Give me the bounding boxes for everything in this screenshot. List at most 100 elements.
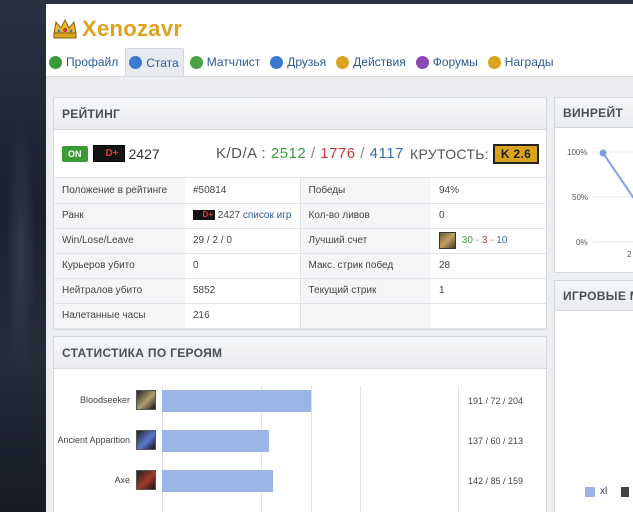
grid-line [360,386,361,512]
rank-mmr: 2427 [217,210,241,221]
tab-label: Форумы [432,55,478,69]
best-deaths: 3 [481,235,488,247]
hero-portrait-icon[interactable] [136,390,156,410]
tab-2[interactable]: Матчлист [187,48,265,76]
hero-name[interactable]: Axe [114,475,130,485]
crown-icon [52,18,78,40]
table-row: Win/Lose/Leave 29 / 2 / 0 Лучший счет 30… [54,228,546,254]
table-row: Ранк D+ 2427 список игр Кол-во ливов 0 [54,203,546,229]
grid-line [311,386,312,512]
stat-value: 0 [431,203,546,229]
tab-5[interactable]: Форумы [413,48,482,76]
stat-label: Положение в рейтинге [54,178,185,204]
profile-tabs: Профайл Стата Матчлист Друзья Действия Форумы… [46,48,561,76]
stat-value: 0 [185,253,301,279]
hero-name[interactable]: Bloodseeker [80,395,130,405]
stat-label: Текущий стрик [300,278,431,304]
stat-value [431,303,546,329]
stat-value: 28 [431,253,546,279]
assists-value: 4117 [369,145,404,162]
winrate-line [593,149,633,243]
online-badge: ON [62,145,88,162]
best-score: 30 - 3 - 10 [431,228,546,254]
stat-label [300,303,431,329]
rating-summary: ON D+ 2427 K/D/A : 2512 / 1776 / 4117 КР… [54,130,546,178]
username[interactable]: Xenozavr [82,16,182,42]
stat-label: Кол-во ливов [300,203,431,229]
content-area: РЕЙТИНГ ON D+ 2427 K/D/A : 2512 / 1776 /… [46,76,633,512]
tab-1[interactable]: Стата [125,48,184,76]
table-row: Курьеров убито 0 Макс. стрик побед 28 [54,253,546,279]
friends-icon [270,55,284,69]
profile-page: Xenozavr Профайл Стата Матчлист Друзья Дейст… [46,0,633,512]
stat-label: Налетанные часы [54,303,185,329]
profile-header: Xenozavr [52,14,182,44]
tab-3[interactable]: Друзья [267,48,330,76]
hero-kda-value: 142 / 85 / 159 [468,476,524,486]
kills-value: 2512 [270,145,307,162]
stat-value: 5852 [185,278,301,304]
legend-label: xl [600,486,608,497]
legend-swatch [585,486,595,497]
stat-value: 94% [431,178,546,204]
table-row: Налетанные часы 216 [54,303,546,329]
stat-label: Ранк [54,203,185,229]
coolness: КРУТОСТЬ: K 2.6 [410,143,540,164]
rating-stats-table: Положение в рейтинге #50814 Победы 94% Р… [54,178,546,329]
actions-icon [336,55,350,69]
match-list-link[interactable]: список игр [243,210,292,221]
tab-label: Стата [146,55,179,70]
winrate-panel: ВИНРЕЙТ 100% 50% 0% 2 [554,97,633,273]
games-panel: ИГРОВЫЕ М xl [554,280,633,512]
games-title: ИГРОВЫЕ М [555,281,633,311]
hero-bar [162,470,273,492]
tab-label: Профайл [66,55,119,69]
stat-value: 216 [185,303,301,329]
profile-icon [49,55,62,69]
table-row: Положение в рейтинге #50814 Победы 94% [54,178,546,204]
hero-bar [162,430,269,452]
stat-label: Нейтралов убито [54,278,185,304]
globe-icon [189,55,203,69]
tab-label: Награды [504,55,554,69]
stat-label: Макс. стрик побед [300,253,431,279]
hero-portrait-icon[interactable] [136,470,156,490]
tab-4[interactable]: Действия [333,48,410,76]
tab-6[interactable]: Награды [485,48,558,76]
stat-value: #50814 [185,178,301,204]
info-icon [129,56,143,69]
winrate-chart: 100% 50% 0% 2 [555,128,633,270]
rank-badge: D+ [92,145,125,162]
hero-kda-value: 191 / 72 / 204 [468,396,524,406]
hero-kda-value: 137 / 60 / 213 [468,436,524,446]
mmr-value: 2427 [128,145,160,162]
top-strip [46,0,633,4]
rating-title: РЕЙТИНГ [54,98,546,130]
hero-stats-panel: СТАТИСТИКА ПО ГЕРОЯМ Bloodseeker 191 / 72… [53,336,547,512]
kda-summary: K/D/A : 2512 / 1776 / 4117 [216,145,404,162]
best-kills: 30 [461,235,473,247]
hero-stats-title: СТАТИСТИКА ПО ГЕРОЯМ [54,337,546,369]
tab-0[interactable]: Профайл [46,48,122,76]
awards-icon [487,55,501,69]
tab-label: Друзья [287,55,327,69]
coolness-badge: K 2.6 [492,143,540,164]
kda-label: K/D/A : [216,145,267,162]
deaths-value: 1776 [320,145,356,162]
hero-portrait-icon[interactable] [136,430,156,450]
tab-label: Действия [353,55,406,69]
best-assists: 10 [496,235,508,247]
rank-mini-badge: D+ [193,210,215,221]
grid-line [458,386,459,512]
winrate-point [599,149,607,157]
winrate-title: ВИНРЕЙТ [555,98,633,128]
rating-panel: РЕЙТИНГ ON D+ 2427 K/D/A : 2512 / 1776 /… [53,97,547,330]
stat-label: Лучший счет [300,228,431,254]
hero-stats-chart: Bloodseeker 191 / 72 / 204 Ancient Apparit… [54,370,545,512]
stat-label: Win/Lose/Leave [54,228,185,254]
hero-name[interactable]: Ancient Apparition [57,435,130,445]
hero-portrait-icon[interactable] [439,232,456,249]
legend-swatch [621,486,630,497]
stat-label: Курьеров убито [54,253,185,279]
hero-bar [162,390,311,412]
